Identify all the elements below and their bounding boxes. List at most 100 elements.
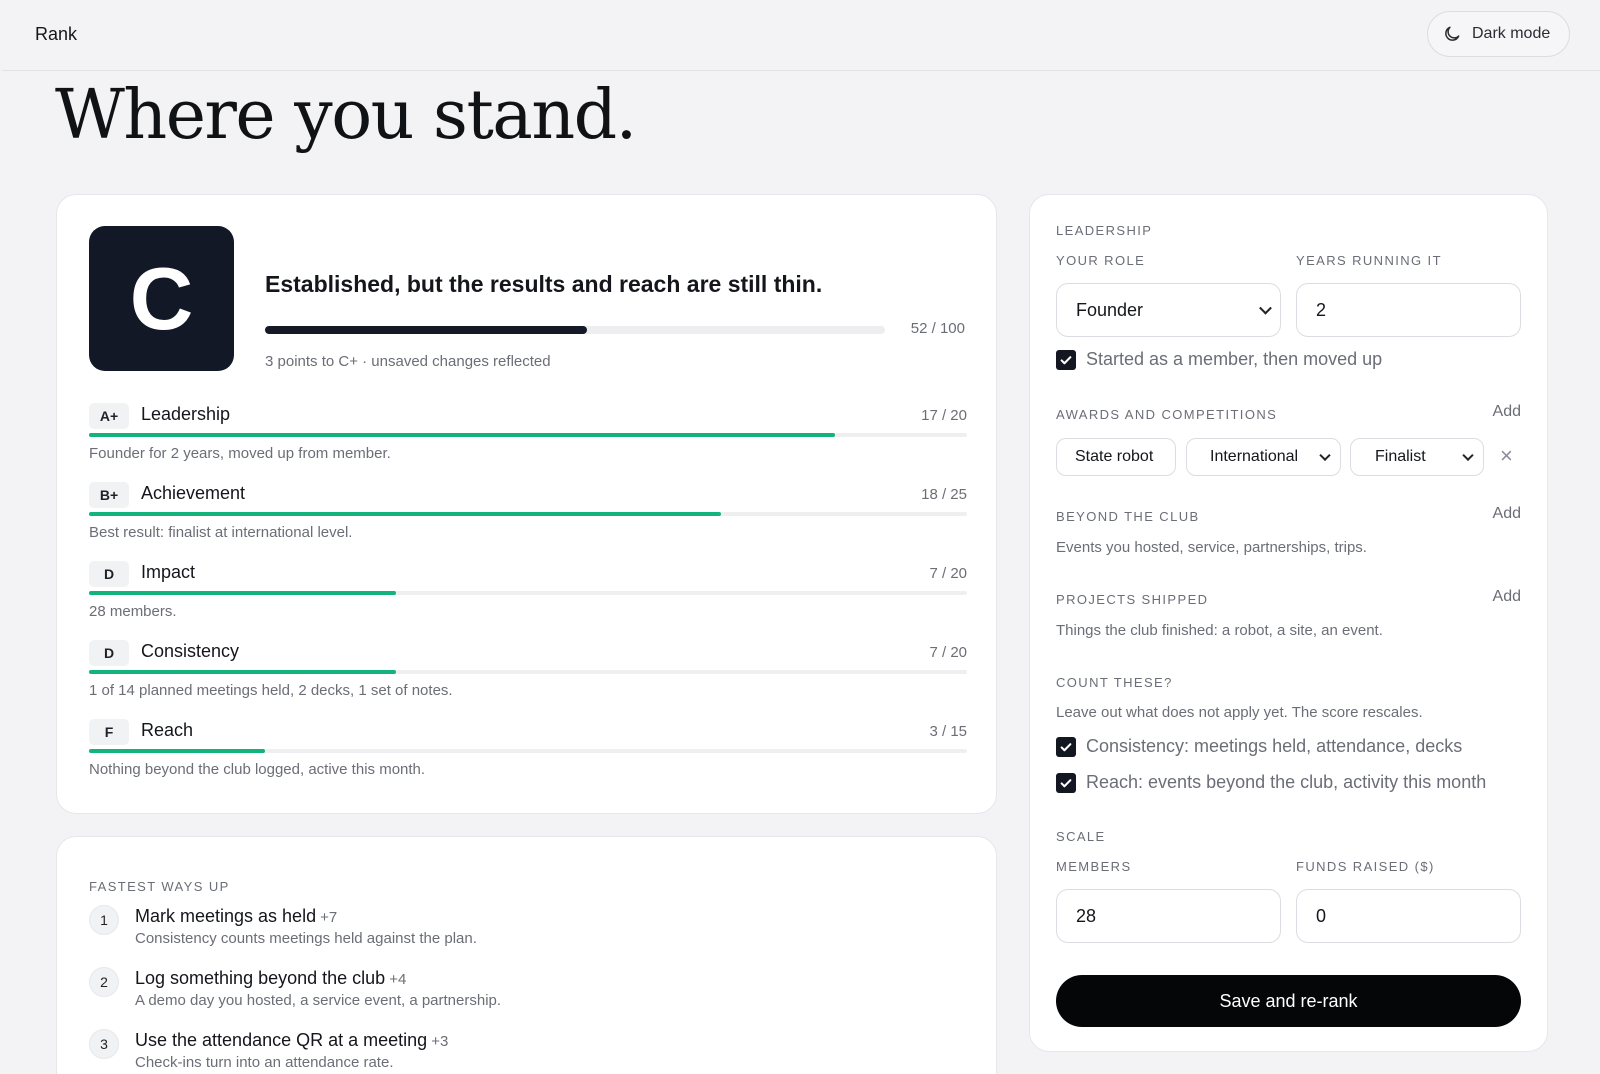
way-title: Mark meetings as held +7 <box>135 906 337 927</box>
category-progress <box>89 670 967 674</box>
count-reach-checkbox[interactable]: Reach: events beyond the club, activity … <box>1056 772 1486 793</box>
projects-help: Things the club finished: a robot, a sit… <box>1056 622 1383 639</box>
way-title-text: Use the attendance QR at a meeting <box>135 1030 428 1050</box>
fastest-ways-label: Fastest ways up <box>89 879 230 894</box>
category-progress-fill <box>89 433 836 437</box>
check-icon <box>1060 355 1072 364</box>
members-input[interactable]: 28 <box>1056 889 1281 943</box>
way-item[interactable]: 3 Use the attendance QR at a meeting +3 Che… <box>89 1029 949 1074</box>
verdict-text: Established, but the results and reach a… <box>265 271 823 297</box>
way-item[interactable]: 2 Log something beyond the club +4 A demo d… <box>89 967 949 1027</box>
count-consistency-label: Consistency: meetings held, attendance, … <box>1086 736 1463 756</box>
save-rerank-button[interactable]: Save and re-rank <box>1056 975 1521 1027</box>
way-description: Consistency counts meetings held against… <box>135 930 477 947</box>
category-grade-badge: D <box>89 640 129 666</box>
role-select[interactable]: Founder <box>1056 283 1281 337</box>
members-label: Members <box>1056 859 1132 874</box>
score-value: 52 / 100 <box>910 320 965 337</box>
checkbox-checked[interactable] <box>1056 736 1076 757</box>
way-title-text: Mark meetings as held <box>135 906 317 926</box>
award-result-select[interactable]: Finalist <box>1350 438 1484 476</box>
leadership-section-label: Leadership <box>1056 223 1153 238</box>
projects-section-label: Projects shipped <box>1056 592 1209 607</box>
award-name-input[interactable]: State robot <box>1056 438 1176 476</box>
category-progress <box>89 591 967 595</box>
category-description: 28 members. <box>89 603 177 620</box>
category-row-achievement: B+ Achievement 18 / 25 Best result: finalis… <box>89 482 967 552</box>
check-icon <box>1060 778 1072 787</box>
checkbox-checked[interactable] <box>1056 772 1076 793</box>
add-beyond-link[interactable]: Add <box>1493 505 1521 523</box>
way-title: Use the attendance QR at a meeting +3 <box>135 1030 448 1051</box>
way-points-gain: +4 <box>389 971 407 988</box>
award-level-value: International <box>1210 448 1299 465</box>
count-consistency-checkbox[interactable]: Consistency: meetings held, attendance, … <box>1056 736 1462 757</box>
category-points: 7 / 20 <box>929 644 967 661</box>
category-grade-badge: F <box>89 719 129 745</box>
score-progress <box>265 326 885 334</box>
category-row-leadership: A+ Leadership 17 / 20 Founder for 2 years, … <box>89 403 967 473</box>
category-progress-fill <box>89 512 722 516</box>
category-progress-fill <box>89 670 397 674</box>
count-reach-label: Reach: events beyond the club, activity … <box>1086 772 1487 792</box>
way-title: Log something beyond the club +4 <box>135 968 406 989</box>
way-number: 2 <box>89 967 119 997</box>
score-card: C Established, but the results and reach… <box>56 194 997 814</box>
edit-panel: Leadership Your role Years running it Fo… <box>1029 194 1548 1052</box>
add-project-link[interactable]: Add <box>1493 588 1521 606</box>
category-name: Consistency <box>141 641 240 661</box>
score-note: 3 points to C+ · unsaved changes reflect… <box>265 353 551 370</box>
top-bar: Rank Dark mode <box>2 0 1600 71</box>
way-points-gain: +7 <box>320 909 338 926</box>
chevron-down-icon <box>1259 301 1272 315</box>
started-member-label: Started as a member, then moved up <box>1086 349 1383 369</box>
category-row-impact: D Impact 7 / 20 28 members. <box>89 561 967 631</box>
category-points: 3 / 15 <box>929 723 967 740</box>
dark-mode-label: Dark mode <box>1472 25 1551 42</box>
funds-label: Funds raised ($) <box>1296 859 1435 874</box>
category-description: 1 of 14 planned meetings held, 2 decks, … <box>89 682 453 699</box>
role-label: Your role <box>1056 253 1146 268</box>
category-progress <box>89 749 967 753</box>
way-number: 3 <box>89 1029 119 1059</box>
category-points: 18 / 25 <box>921 486 967 503</box>
category-name: Achievement <box>141 483 246 503</box>
moon-icon <box>1445 26 1460 41</box>
way-item[interactable]: 1 Mark meetings as held +7 Consistency coun… <box>89 905 949 965</box>
category-points: 17 / 20 <box>921 407 967 424</box>
awards-section-label: Awards and competitions <box>1056 407 1278 422</box>
way-description: A demo day you hosted, a service event, … <box>135 992 502 1009</box>
add-award-link[interactable]: Add <box>1493 403 1521 421</box>
way-number: 1 <box>89 905 119 935</box>
page-title: Where you stand. <box>55 76 637 155</box>
checkbox-checked[interactable] <box>1056 349 1076 370</box>
fastest-ways-card: Fastest ways up 1 Mark meetings as held +7… <box>56 836 997 1074</box>
chevron-down-icon <box>1462 449 1474 462</box>
remove-award-close-icon[interactable]: × <box>1500 443 1513 469</box>
category-row-reach: F Reach 3 / 15 Nothing beyond the club logg… <box>89 719 967 789</box>
way-description: Check-ins turn into an attendance rate. <box>135 1054 394 1071</box>
funds-input[interactable]: 0 <box>1296 889 1521 943</box>
years-input[interactable]: 2 <box>1296 283 1521 337</box>
category-name: Reach <box>141 720 194 740</box>
brand-label[interactable]: Rank <box>35 24 77 45</box>
award-level-select[interactable]: International <box>1186 438 1341 476</box>
dark-mode-button[interactable]: Dark mode <box>1427 11 1570 57</box>
years-label: Years running it <box>1296 253 1442 268</box>
category-progress-fill <box>89 591 397 595</box>
category-progress <box>89 433 967 437</box>
beyond-help: Events you hosted, service, partnerships… <box>1056 539 1367 556</box>
category-points: 7 / 20 <box>929 565 967 582</box>
count-help: Leave out what does not apply yet. The s… <box>1056 704 1423 721</box>
category-description: Founder for 2 years, moved up from membe… <box>89 445 391 462</box>
chevron-down-icon <box>1319 449 1331 462</box>
score-progress-fill <box>265 326 588 334</box>
category-grade-badge: A+ <box>89 403 129 429</box>
beyond-section-label: Beyond the club <box>1056 509 1200 524</box>
category-row-consistency: D Consistency 7 / 20 1 of 14 planned meetin… <box>89 640 967 710</box>
way-points-gain: +3 <box>431 1033 449 1050</box>
category-description: Best result: finalist at international l… <box>89 524 353 541</box>
category-progress-fill <box>89 749 265 753</box>
category-grade-badge: D <box>89 561 129 587</box>
started-member-checkbox[interactable]: Started as a member, then moved up <box>1056 349 1382 370</box>
